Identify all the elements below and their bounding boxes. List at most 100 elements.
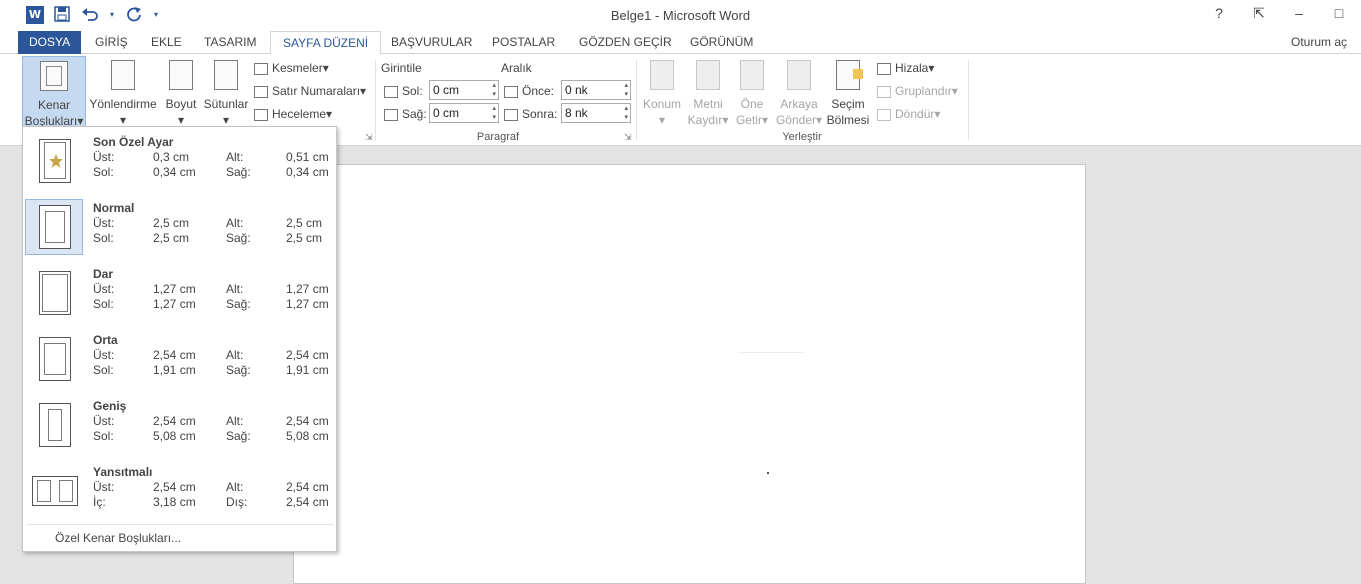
margin-label: Üst: [93, 282, 115, 296]
spacing-before-icon [504, 85, 518, 98]
margin-preset-wide[interactable]: Geniş Üst: 2,54 cm Alt: 2,54 cm Sol: 5,0… [25, 395, 336, 455]
margin-thumbnail [25, 331, 83, 387]
align-button[interactable]: Hizala▾ [877, 58, 934, 78]
margin-label: Üst: [93, 216, 115, 230]
indent-right-input[interactable]: 0 cm ▴ ▾ [429, 103, 499, 123]
margin-preset-name: Yansıtmalı [93, 465, 153, 479]
margin-value: 1,27 cm [153, 297, 196, 311]
chevron-down-icon: ▾ [658, 113, 666, 127]
margin-preset-last-custom[interactable]: Son Özel Ayar Üst: 0,3 cm Alt: 0,51 cm S… [25, 131, 336, 191]
group-separator [968, 60, 969, 140]
margin-value: 2,54 cm [286, 348, 329, 362]
margin-label: Sağ: [226, 429, 251, 443]
tab-insert[interactable]: EKLE [149, 31, 184, 54]
margins-button[interactable]: Kenar Boşlukları▾ [22, 56, 86, 128]
margin-value: 2,54 cm [286, 480, 329, 494]
wrap-text-button[interactable]: Metni Kaydır▾ [686, 58, 730, 128]
bring-forward-button[interactable]: Öne Getir▾ [733, 58, 771, 128]
ribbon-tab-bar: DOSYA GİRİŞ EKLE TASARIM SAYFA DÜZENİ BA… [0, 31, 1361, 55]
group-button[interactable]: Gruplandır▾ [877, 81, 958, 101]
margin-preset-moderate[interactable]: Orta Üst: 2,54 cm Alt: 2,54 cm Sol: 1,91… [25, 329, 336, 389]
margin-label: Alt: [226, 150, 244, 164]
margin-preset-narrow[interactable]: Dar Üst: 1,27 cm Alt: 1,27 cm Sol: 1,27 … [25, 263, 336, 323]
margin-label: Sol: [93, 165, 114, 179]
rotate-button[interactable]: Döndür▾ [877, 104, 940, 124]
columns-icon [214, 60, 238, 90]
custom-margins-button[interactable]: Özel Kenar Boşlukları... [55, 531, 181, 545]
spacing-after-input[interactable]: 8 nk ▴ ▾ [561, 103, 631, 123]
margin-preset-name: Normal [93, 201, 135, 215]
margin-value: 2,54 cm [153, 348, 196, 362]
margin-label: Sağ: [226, 363, 251, 377]
margin-label: Sağ: [226, 231, 251, 245]
margin-preset-name: Dar [93, 267, 114, 281]
margin-thumbnail [25, 133, 83, 189]
minimize-icon[interactable]: – [1289, 5, 1309, 22]
document-page[interactable] [293, 164, 1086, 584]
columns-button[interactable]: Sütunlar ▾ [202, 58, 250, 128]
indent-right-icon [384, 108, 398, 121]
margin-label: Alt: [226, 348, 244, 362]
margins-dropdown: Son Özel Ayar Üst: 0,3 cm Alt: 0,51 cm S… [22, 126, 337, 552]
margin-label: Alt: [226, 282, 244, 296]
margins-label: Kenar [37, 98, 71, 112]
margin-label: Sol: [93, 363, 114, 377]
margin-thumbnail [25, 397, 83, 453]
orientation-button[interactable]: Yönlendirme ▾ [88, 58, 158, 128]
line-numbers-button[interactable]: Satır Numaraları▾ [254, 81, 366, 101]
margin-label: Sol: [93, 429, 114, 443]
align-icon [877, 62, 891, 75]
margin-value: 2,5 cm [153, 231, 190, 245]
maximize-icon[interactable]: □ [1329, 5, 1349, 22]
margin-value: 2,5 cm [153, 216, 190, 230]
margin-guide [738, 352, 804, 353]
tab-page-layout[interactable]: SAYFA DÜZENİ [270, 31, 382, 55]
wrap-text-icon [696, 60, 720, 90]
margin-value: 0,34 cm [153, 165, 196, 179]
margin-value: 3,18 cm [153, 495, 196, 509]
tab-file[interactable]: DOSYA [18, 31, 82, 54]
margin-preset-mirrored[interactable]: Yansıtmalı Üst: 2,54 cm Alt: 2,54 cm İç:… [25, 461, 336, 521]
send-backward-icon [787, 60, 811, 90]
help-icon[interactable]: ? [1209, 5, 1229, 22]
columns-label: Sütunlar [203, 97, 249, 111]
ribbon-display-options-icon[interactable]: ⇱ [1249, 5, 1269, 22]
line-numbers-icon [254, 85, 268, 98]
tab-references[interactable]: BAŞVURULAR [389, 31, 474, 54]
page-setup-launcher-icon[interactable]: ⇲ [365, 132, 373, 143]
tab-design[interactable]: TASARIM [202, 31, 258, 54]
tab-view[interactable]: GÖRÜNÜM [688, 31, 755, 54]
tab-mailings[interactable]: POSTALAR [490, 31, 557, 54]
margin-value: 1,27 cm [286, 282, 329, 296]
size-icon [169, 60, 193, 90]
sign-in-link[interactable]: Oturum aç [1291, 35, 1347, 49]
size-button[interactable]: Boyut ▾ [162, 58, 200, 128]
send-backward-label: Arkaya [780, 97, 818, 111]
spacing-after-label: Sonra: [504, 104, 557, 124]
indent-right-label: Sağ: [384, 104, 427, 124]
paragraph-group-label: Paragraf [476, 131, 520, 143]
tab-review[interactable]: GÖZDEN GEÇİR [577, 31, 674, 54]
menu-divider [27, 524, 334, 525]
margin-preset-normal[interactable]: Normal Üst: 2,5 cm Alt: 2,5 cm Sol: 2,5 … [25, 197, 336, 257]
position-button[interactable]: Konum ▾ [641, 58, 683, 128]
rotate-icon [877, 108, 891, 121]
margin-preset-name: Orta [93, 333, 118, 347]
margin-thumbnail [25, 265, 83, 321]
bring-forward-label-2: Getir▾ [735, 113, 769, 127]
spacing-before-input[interactable]: 0 nk ▴ ▾ [561, 80, 631, 100]
group-icon [877, 85, 891, 98]
selection-pane-button[interactable]: Seçim Bölmesi [826, 58, 870, 128]
paragraph-launcher-icon[interactable]: ⇲ [624, 132, 632, 143]
breaks-button[interactable]: Kesmeler▾ [254, 58, 329, 78]
margin-value: 2,54 cm [286, 495, 329, 509]
margin-value: 2,5 cm [286, 231, 323, 245]
margin-preset-name: Geniş [93, 399, 127, 413]
tab-home[interactable]: GİRİŞ [93, 31, 130, 54]
indent-left-input[interactable]: 0 cm ▴ ▾ [429, 80, 499, 100]
margin-label: Üst: [93, 150, 115, 164]
send-backward-button[interactable]: Arkaya Gönder▾ [774, 58, 824, 128]
bring-forward-icon [740, 60, 764, 90]
hyphenation-button[interactable]: Heceleme▾ [254, 104, 332, 124]
margin-value: 5,08 cm [286, 429, 329, 443]
